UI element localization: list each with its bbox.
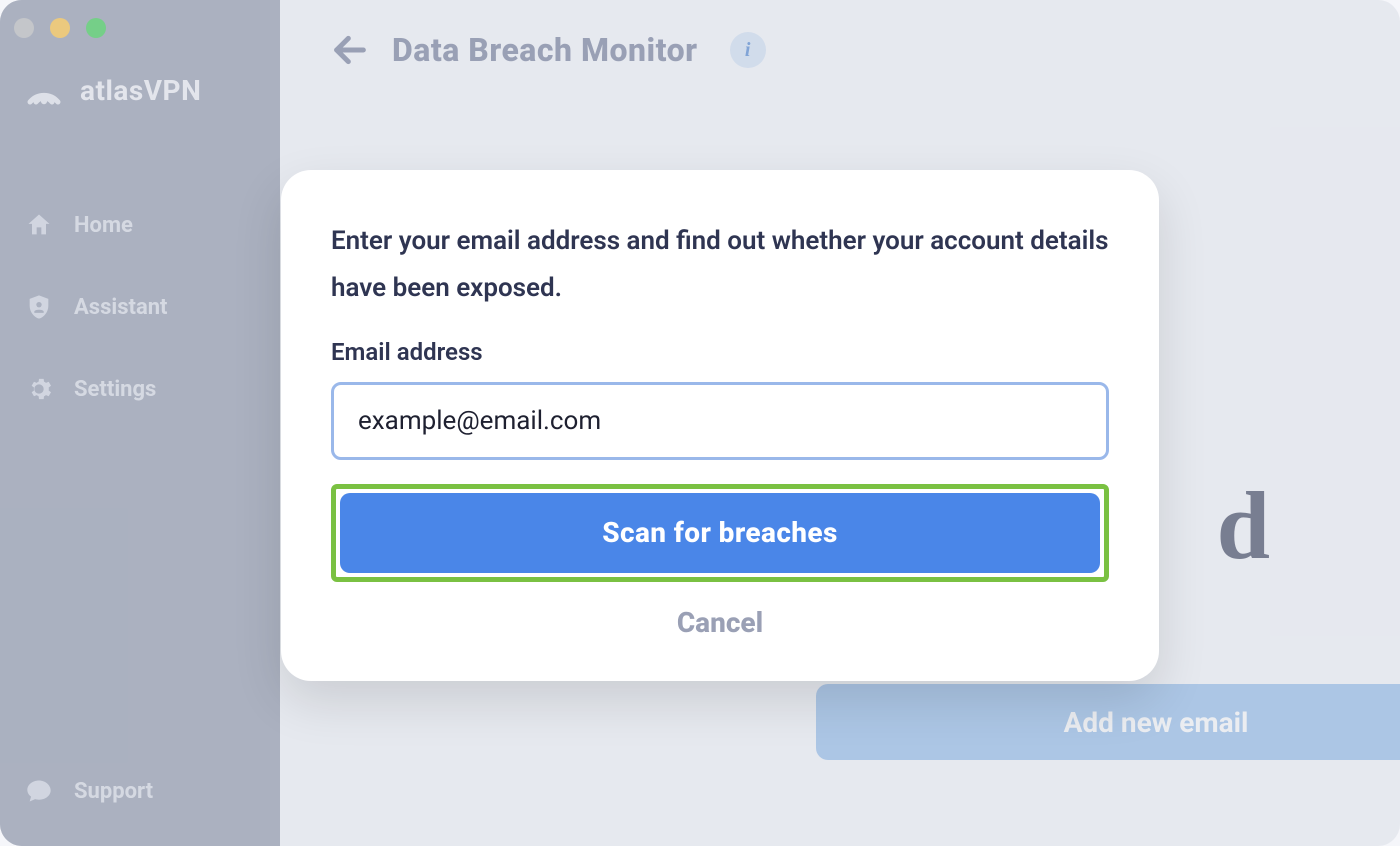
email-input[interactable] <box>331 382 1109 460</box>
cancel-button[interactable]: Cancel <box>331 606 1109 639</box>
modal-description: Enter your email address and find out wh… <box>331 218 1109 312</box>
breach-scan-modal: Enter your email address and find out wh… <box>281 170 1159 681</box>
app-window: atlasVPN Home Assistant Settings <box>0 0 1400 846</box>
scan-button-highlight: Scan for breaches <box>331 484 1109 582</box>
email-field-label: Email address <box>331 338 1109 366</box>
scan-for-breaches-button[interactable]: Scan for breaches <box>340 493 1100 573</box>
